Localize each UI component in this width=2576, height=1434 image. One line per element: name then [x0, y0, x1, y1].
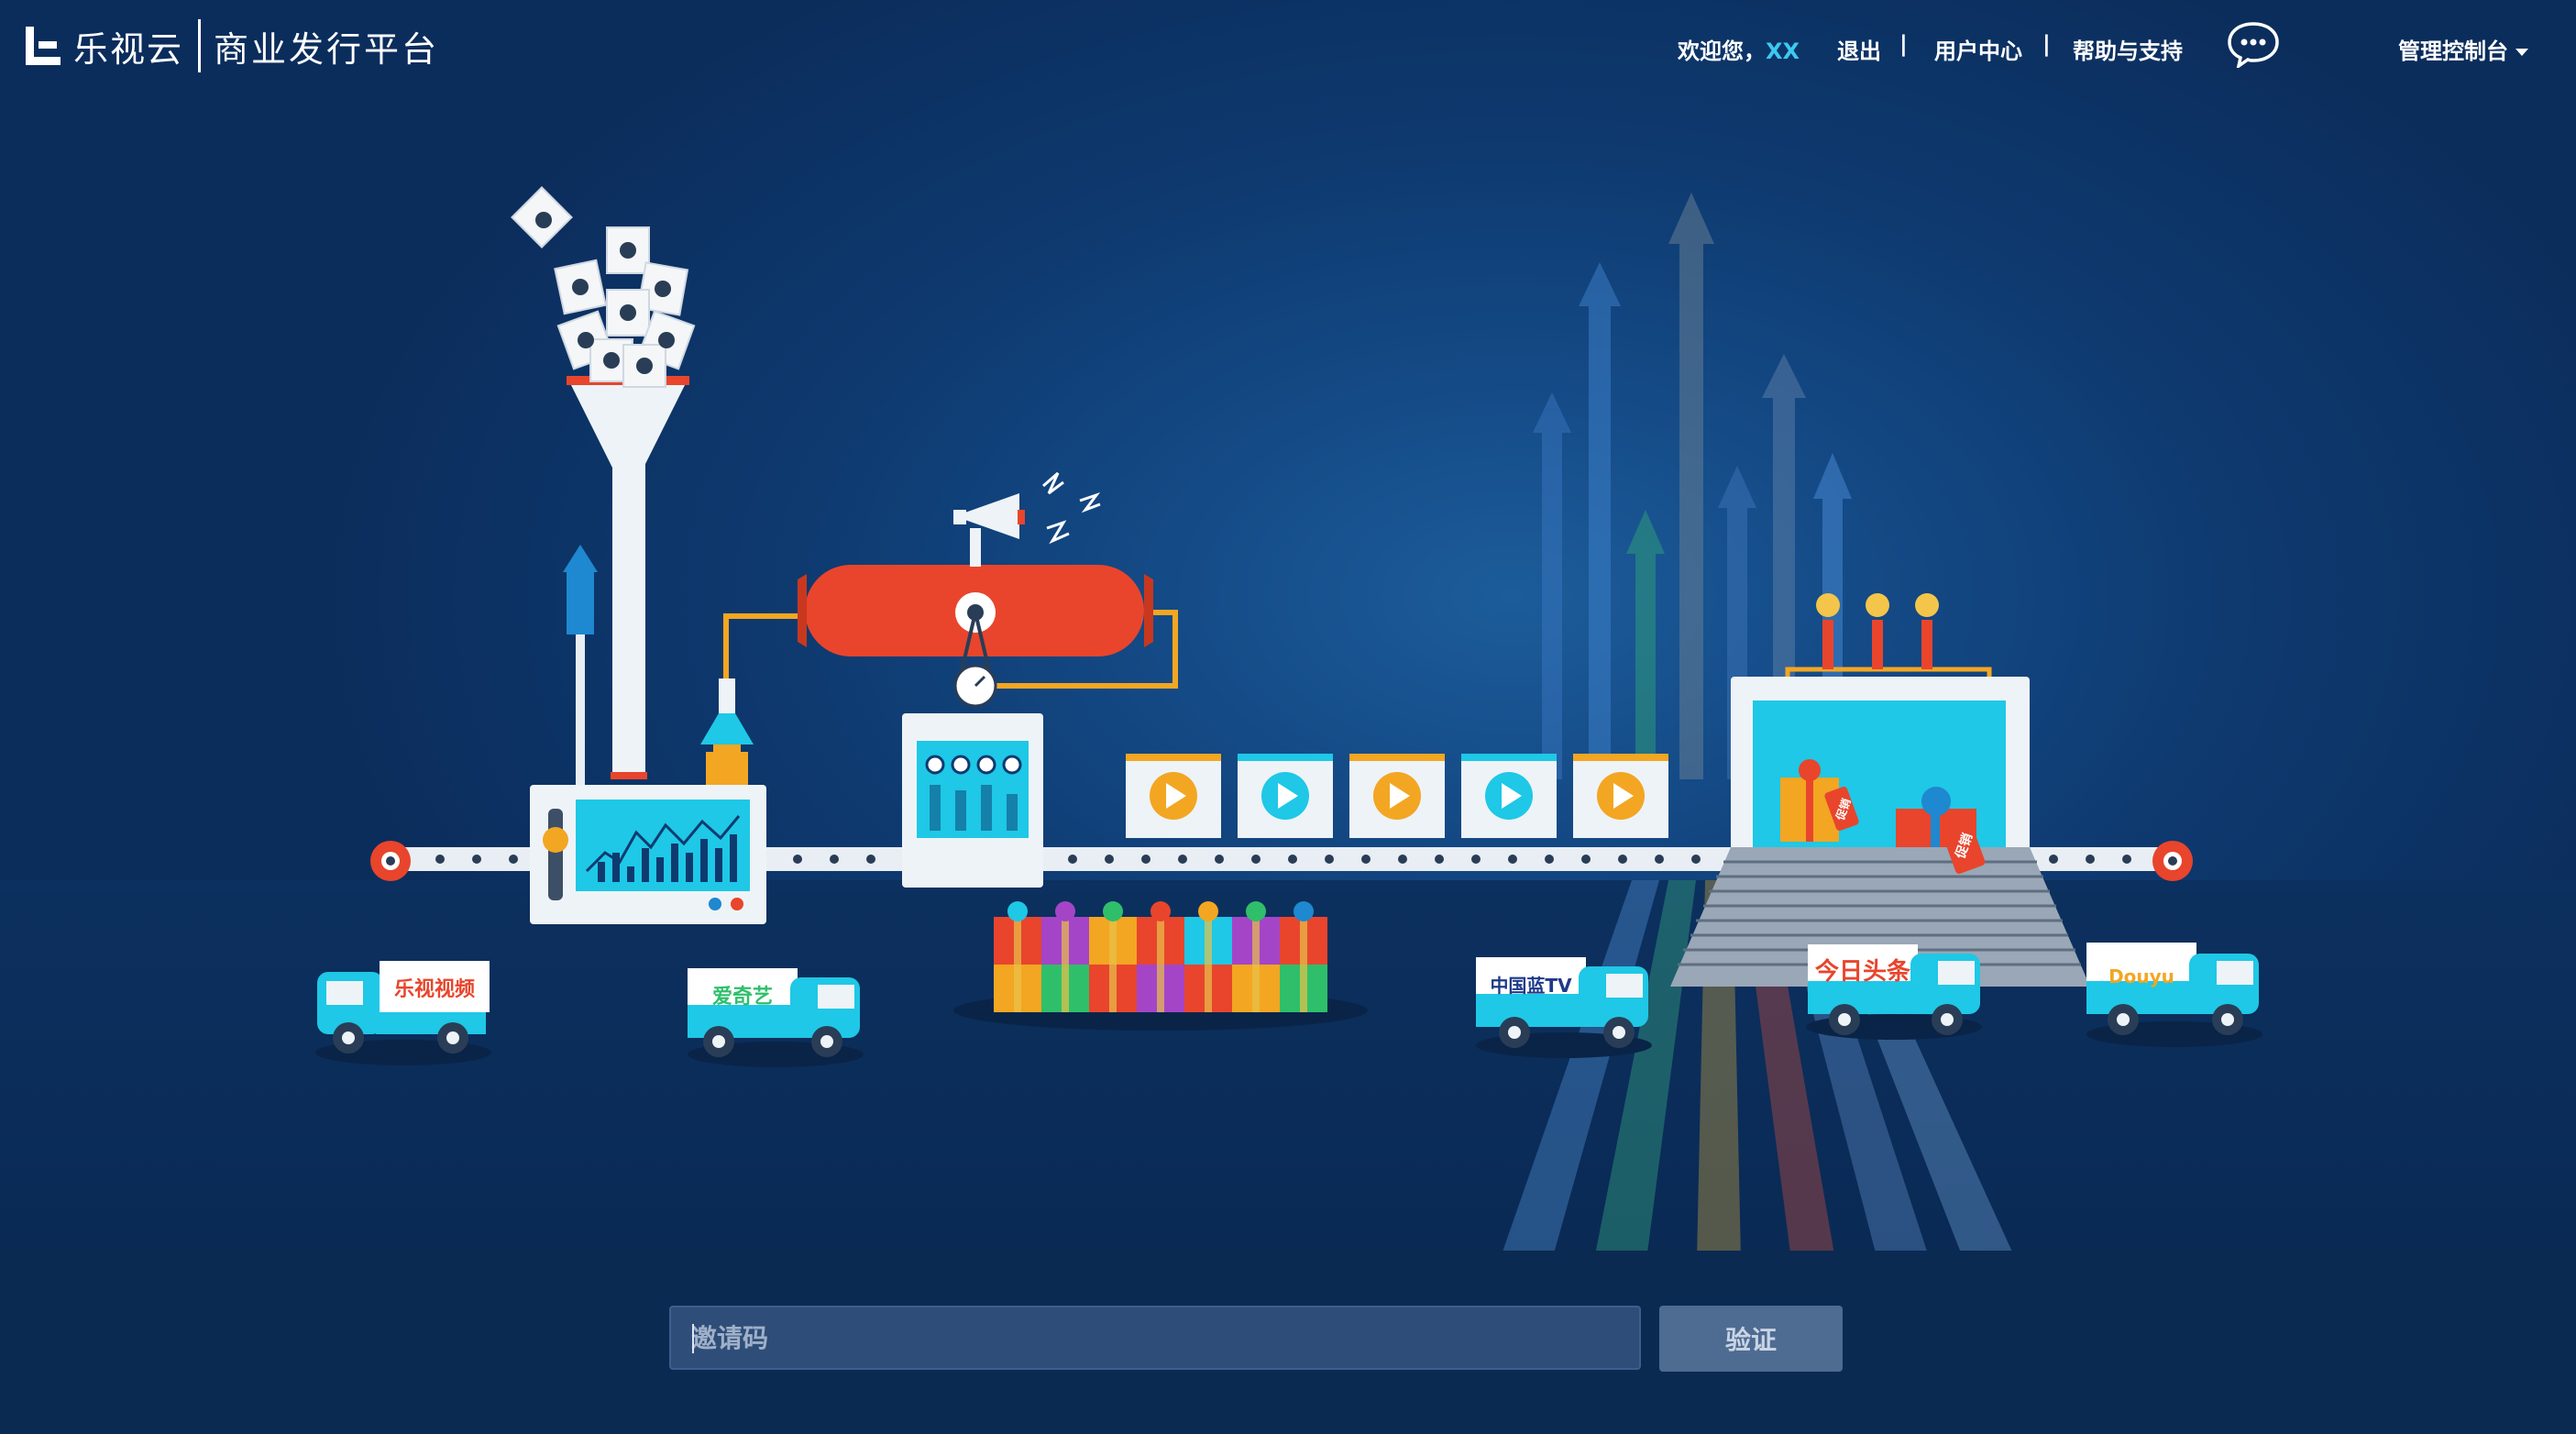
nav-separator: |: [1899, 31, 1908, 57]
truck: [315, 961, 491, 1065]
arrow-pole: [563, 545, 598, 789]
brand-name: 乐视云: [73, 28, 184, 70]
verify-button[interactable]: 验证: [1659, 1306, 1843, 1372]
tank: [798, 471, 1153, 708]
nav-separator: |: [2042, 31, 2051, 57]
logout-link[interactable]: 退出: [1837, 33, 1881, 65]
play-icon: [1126, 754, 1221, 838]
text-cursor: [692, 1324, 694, 1353]
video-boxes: [1126, 754, 1668, 838]
welcome-text: 欢迎您，XX: [1678, 33, 1800, 65]
chevron-down-icon: [2515, 49, 2528, 56]
console-label: 管理控制台: [2398, 39, 2508, 64]
top-nav: 欢迎您，XX 退出 | 用户中心 | 帮助与支持 管理控制台: [1668, 28, 2576, 68]
truck: [688, 968, 864, 1067]
analytics-machine: [530, 678, 766, 924]
truck: [2086, 943, 2262, 1047]
truck-label: 乐视视频: [394, 977, 475, 1001]
play-icon: [1349, 754, 1445, 838]
console-dropdown[interactable]: 管理控制台: [2398, 33, 2528, 65]
page: 乐视视频 爱奇艺 中国蓝TV 今日头条 Douyu 促销 促销 乐视云 商业发行…: [0, 0, 2576, 1434]
logo-divider: [198, 19, 202, 72]
factory-illustration: 乐视视频 爱奇艺 中国蓝TV 今日头条 Douyu 促销 促销: [315, 186, 2262, 1251]
truck-label: 中国蓝TV: [1490, 975, 1572, 997]
chat-bubble-icon[interactable]: [2226, 20, 2281, 68]
help-support-link[interactable]: 帮助与支持: [2073, 33, 2183, 65]
letv-logo-icon: [24, 23, 64, 69]
truck-label: Douyu: [2108, 965, 2174, 987]
top-bar: 乐视云 商业发行平台 欢迎您，XX 退出 | 用户中心 | 帮助与支持 管理控制…: [0, 0, 2576, 92]
truck: [1476, 957, 1652, 1058]
truck-label: 爱奇艺: [712, 985, 773, 1009]
play-icon: [1238, 754, 1333, 838]
play-icon: [1573, 754, 1668, 838]
username[interactable]: XX: [1766, 39, 1800, 64]
gift-pile: [953, 901, 1368, 1031]
welcome-label: 欢迎您，: [1678, 39, 1766, 64]
gear-icon: [370, 841, 411, 881]
funnel: [511, 186, 696, 779]
invite-code-input[interactable]: [669, 1306, 1641, 1370]
logo[interactable]: 乐视云 商业发行平台: [24, 17, 439, 75]
gear-icon: [2152, 841, 2193, 881]
truck-label: 今日头条: [1815, 957, 1911, 986]
mixer-machine: [902, 713, 1043, 888]
play-icon: [1461, 754, 1557, 838]
product-name: 商业发行平台: [214, 28, 440, 70]
user-center-link[interactable]: 用户中心: [1934, 33, 2022, 65]
